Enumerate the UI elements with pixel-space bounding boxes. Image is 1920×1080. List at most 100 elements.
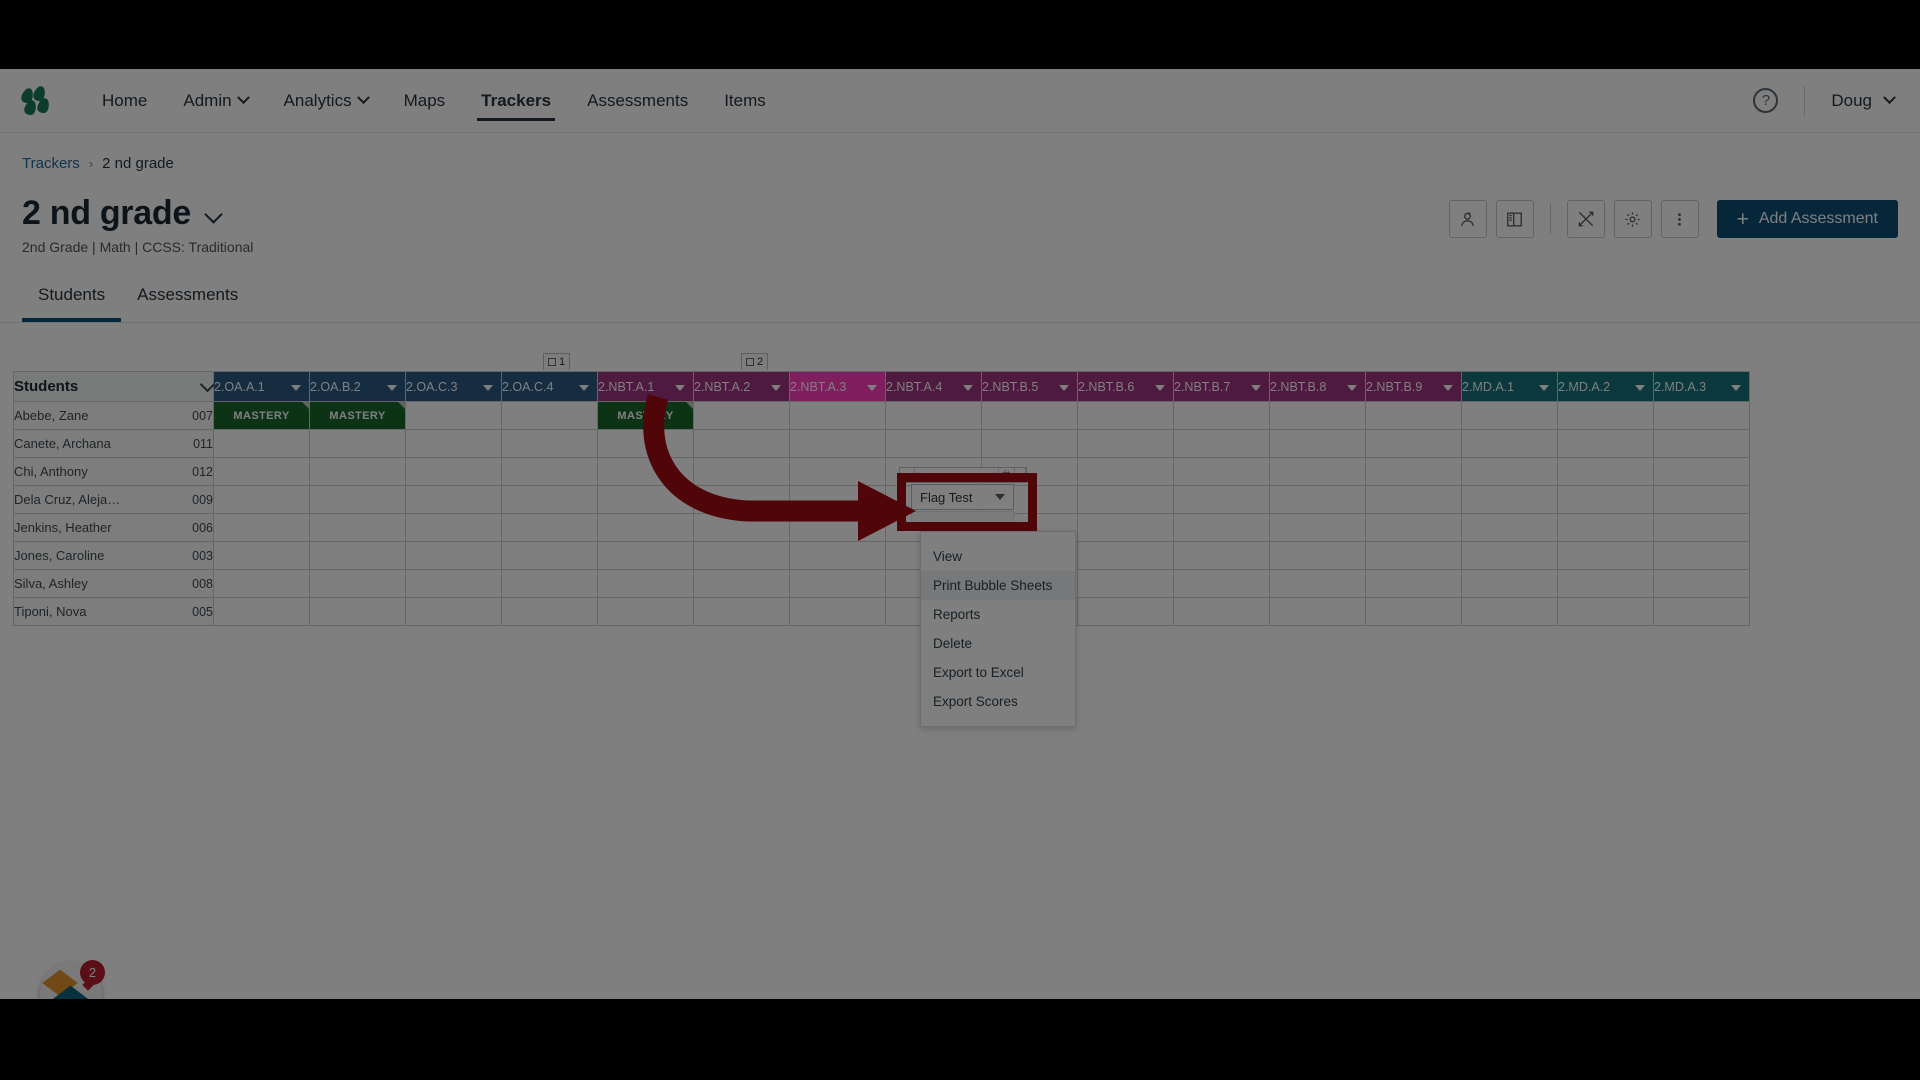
score-cell[interactable]	[1077, 485, 1174, 514]
score-cell[interactable]	[1461, 597, 1558, 626]
score-cell[interactable]	[501, 541, 598, 570]
student-name-cell[interactable]: Abebe, Zane 007	[13, 401, 214, 430]
standard-column-header[interactable]: 2.NBT.A.4	[885, 371, 982, 402]
score-cell[interactable]	[1077, 401, 1174, 430]
score-cell[interactable]	[405, 541, 502, 570]
score-cell[interactable]	[789, 597, 886, 626]
score-cell[interactable]	[1173, 485, 1270, 514]
score-cell[interactable]	[213, 429, 310, 458]
menu-item[interactable]: Export to Excel	[921, 658, 1075, 687]
score-cell[interactable]	[1269, 401, 1366, 430]
score-cell[interactable]	[597, 541, 694, 570]
score-cell[interactable]	[405, 513, 502, 542]
score-cell[interactable]	[1557, 457, 1654, 486]
score-cell[interactable]	[1173, 457, 1270, 486]
score-cell[interactable]	[789, 569, 886, 598]
score-cell[interactable]	[1269, 541, 1366, 570]
assessment-count-badge[interactable]: 1	[543, 353, 571, 370]
menu-item[interactable]: Export Scores	[921, 687, 1075, 716]
tab-assessments[interactable]: Assessments	[121, 285, 254, 322]
menu-item[interactable]: Print Bubble Sheets	[921, 571, 1075, 600]
assessment-select[interactable]: Flag Test	[911, 484, 1014, 510]
tools-icon-button[interactable]	[1566, 200, 1605, 238]
score-cell[interactable]	[1461, 569, 1558, 598]
score-cell[interactable]	[1173, 597, 1270, 626]
nav-item-home[interactable]: Home	[84, 69, 165, 133]
score-cell[interactable]	[693, 569, 790, 598]
menu-item[interactable]: Reports	[921, 600, 1075, 629]
score-cell[interactable]	[1365, 569, 1462, 598]
standard-column-header[interactable]: 2.NBT.A.2	[693, 371, 790, 402]
score-cell[interactable]	[693, 429, 790, 458]
standard-column-header[interactable]: 2.NBT.B.9	[1365, 371, 1462, 402]
nav-item-items[interactable]: Items	[706, 69, 784, 133]
students-column-header[interactable]: Students	[13, 371, 216, 402]
score-cell[interactable]	[309, 597, 406, 626]
standard-column-header[interactable]: 2.NBT.A.1	[597, 371, 694, 402]
score-cell[interactable]	[597, 429, 694, 458]
score-cell[interactable]	[1365, 597, 1462, 626]
student-name-cell[interactable]: Silva, Ashley 008	[13, 569, 214, 598]
standard-column-header[interactable]: 2.OA.C.3	[405, 371, 502, 402]
menu-item[interactable]: Delete	[921, 629, 1075, 658]
score-cell[interactable]	[597, 513, 694, 542]
score-cell[interactable]	[1365, 485, 1462, 514]
score-cell[interactable]	[597, 569, 694, 598]
standard-column-header[interactable]: 2.NBT.B.6	[1077, 371, 1174, 402]
score-cell[interactable]	[213, 597, 310, 626]
score-cell[interactable]	[309, 457, 406, 486]
score-cell[interactable]	[1653, 401, 1750, 430]
standard-column-header[interactable]: 2.MD.A.1	[1461, 371, 1558, 402]
score-cell[interactable]	[501, 429, 598, 458]
score-cell[interactable]	[1557, 569, 1654, 598]
student-name-cell[interactable]: Canete, Archana 011	[13, 429, 214, 458]
score-cell[interactable]	[1461, 541, 1558, 570]
score-cell[interactable]	[501, 401, 598, 430]
score-cell[interactable]	[1557, 485, 1654, 514]
assessment-mini-toolbar[interactable]: 🖶 ↓	[899, 467, 1027, 483]
score-cell[interactable]	[597, 457, 694, 486]
score-cell[interactable]	[1365, 457, 1462, 486]
score-cell[interactable]	[789, 429, 886, 458]
score-cell[interactable]	[309, 485, 406, 514]
toolbar-download-icon[interactable]: ↓	[1015, 468, 1026, 482]
score-cell[interactable]	[1461, 513, 1558, 542]
standard-column-header[interactable]: 2.NBT.A.3	[789, 371, 886, 402]
mastery-cell[interactable]: MASTERY	[597, 401, 694, 430]
toolbar-group-left[interactable]	[900, 468, 915, 482]
score-cell[interactable]	[693, 513, 790, 542]
score-cell[interactable]	[789, 457, 886, 486]
score-cell[interactable]	[405, 457, 502, 486]
score-cell[interactable]	[1077, 429, 1174, 458]
score-cell[interactable]	[1173, 401, 1270, 430]
nav-item-analytics[interactable]: Analytics	[266, 69, 386, 133]
score-cell[interactable]	[597, 597, 694, 626]
score-cell[interactable]	[1461, 457, 1558, 486]
score-cell[interactable]	[693, 485, 790, 514]
standard-column-header[interactable]: 2.NBT.B.5	[981, 371, 1078, 402]
nav-item-maps[interactable]: Maps	[386, 69, 464, 133]
score-cell[interactable]	[1653, 541, 1750, 570]
score-cell[interactable]	[1269, 513, 1366, 542]
settings-icon-button[interactable]	[1613, 200, 1652, 238]
score-cell[interactable]	[1365, 541, 1462, 570]
score-cell[interactable]	[1269, 569, 1366, 598]
score-cell[interactable]	[309, 513, 406, 542]
user-menu[interactable]: Doug	[1831, 91, 1896, 111]
mastery-cell[interactable]: MASTERY	[213, 401, 310, 430]
tab-students[interactable]: Students	[22, 285, 122, 322]
score-cell[interactable]	[501, 597, 598, 626]
score-cell[interactable]	[501, 457, 598, 486]
score-cell[interactable]	[1653, 485, 1750, 514]
student-name-cell[interactable]: Dela Cruz, Aleja… 009	[13, 485, 214, 514]
score-cell[interactable]	[1557, 541, 1654, 570]
standard-column-header[interactable]: 2.OA.A.1	[213, 371, 310, 402]
standard-column-header[interactable]: 2.NBT.B.8	[1269, 371, 1366, 402]
score-cell[interactable]	[1461, 429, 1558, 458]
score-cell[interactable]	[1173, 541, 1270, 570]
score-cell[interactable]	[1077, 597, 1174, 626]
score-cell[interactable]	[1269, 597, 1366, 626]
score-cell[interactable]	[597, 485, 694, 514]
score-cell[interactable]	[693, 541, 790, 570]
score-cell[interactable]	[213, 569, 310, 598]
